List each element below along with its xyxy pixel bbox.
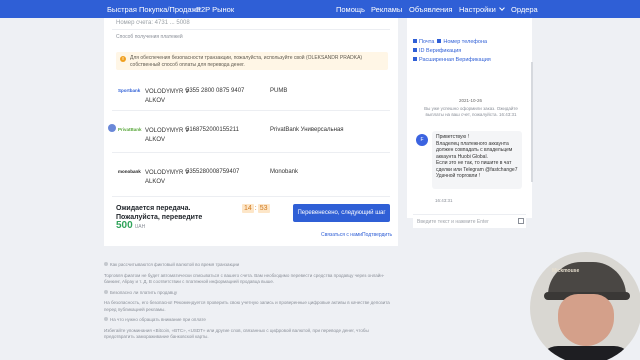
verification-row: ID Верификация <box>413 47 491 56</box>
webcam-overlay: Mickmouse <box>530 252 640 360</box>
verification-item: ID Верификация <box>419 48 462 54</box>
faq-text: На что нужно обращать внимание при оплат… <box>110 317 206 322</box>
nav-announcements[interactable]: Объявления <box>409 5 452 14</box>
divider <box>112 29 390 30</box>
faq-answer: Избегайте упоминания «Bitcoin, «BTC», «U… <box>104 327 369 340</box>
card-number[interactable]: 5355 2800 0875 9407 <box>186 88 244 94</box>
card-number[interactable]: 5168752000155211 <box>186 127 239 133</box>
cap-brand-text: Mickmouse <box>552 268 580 274</box>
verification-row: Расширенная Верификация <box>413 56 491 65</box>
confirm-link[interactable]: Подтвердить <box>362 232 392 238</box>
bullet-icon <box>104 317 108 321</box>
faq-question: Безопасно ли платить продавцу <box>104 289 398 297</box>
chat-bubble: Приветствую ! Владелец платежного аккаун… <box>432 131 522 189</box>
privatbank-logo: PrivatBank <box>118 127 142 132</box>
chat-panel: Почта Номер телефона ID Верификация Расш… <box>407 18 532 228</box>
nav-quick-buy-sell[interactable]: Быстрая Покупка/Продажа <box>107 5 201 14</box>
mouse-cursor <box>108 124 116 132</box>
payment-method-row: Sportbank VOLODYMYR V ALKOV 5355 2800 08… <box>116 85 392 119</box>
confirm-transfer-button[interactable]: Перевенесено, следующий шаг <box>293 204 390 222</box>
nav-settings[interactable]: Настройки <box>459 5 505 14</box>
divider <box>112 196 390 197</box>
nav-settings-label: Настройки <box>459 5 496 14</box>
system-message: Вы уже успешно оформили заказ. Ожидайте … <box>424 106 518 117</box>
verification-item: Расширенная Верификация <box>419 57 491 63</box>
chat-input-placeholder: Введите текст и нажмите Enter <box>417 219 489 225</box>
chat-input[interactable]: Введите текст и нажмите Enter <box>413 214 526 228</box>
timer-separator: : <box>254 205 257 212</box>
faq-text: Как рассчитываются фиктовый валютой во в… <box>110 262 240 267</box>
warning-text: Для обеспечения безопасности транзакции,… <box>130 55 363 68</box>
amount-value: 500 <box>116 220 133 231</box>
chat-scrollbar[interactable] <box>531 62 533 182</box>
card-number[interactable]: 5355280008759407 <box>186 169 239 175</box>
chevron-down-icon <box>498 5 505 11</box>
bullet-icon <box>104 262 108 266</box>
face <box>558 294 614 346</box>
bullet-icon <box>104 289 108 294</box>
account-number-text: Номер счета: 4731 ... 5008 <box>116 20 190 26</box>
shirt <box>538 346 634 360</box>
sportbank-logo: Sportbank <box>118 88 141 93</box>
nav-p2p-market[interactable]: P2P Рынок <box>196 5 234 14</box>
divider <box>112 110 390 111</box>
message-time: 16:43:31 <box>435 198 453 203</box>
nav-ads[interactable]: Рекламы <box>371 5 402 14</box>
security-warning: ! Для обеспечения безопасности транзакци… <box>116 52 388 70</box>
payment-methods-label: Способ получения платежей <box>116 34 183 40</box>
check-icon <box>413 57 417 61</box>
faq-answer: На безопасность, его безопасно! Рекоменд… <box>104 300 390 312</box>
transfer-amount: 500 UAH <box>116 220 145 231</box>
contact-us-link[interactable]: Связаться с нами <box>321 232 362 238</box>
avatar: F <box>416 134 428 146</box>
warning-icon: ! <box>120 56 126 62</box>
order-panel: Номер счета: 4731 ... 5008 Способ получе… <box>104 18 398 246</box>
bank-name: Monobank <box>270 169 299 175</box>
nav-orders[interactable]: Ордера <box>511 5 538 14</box>
amount-currency: UAH <box>134 224 146 230</box>
check-icon <box>413 48 417 52</box>
verification-item: Номер телефона <box>443 39 488 45</box>
bubble-line: Владелец платежного аккаунта должен совп… <box>436 140 513 160</box>
faq-question: На что нужно обращать внимание при оплат… <box>104 317 398 324</box>
chat-date: 2021-10-26 <box>459 98 483 103</box>
payment-method-row: monobank VOLODYMYR V ALKOV 5355280008759… <box>116 166 392 200</box>
attach-image-icon[interactable] <box>518 218 524 224</box>
faq-question: Как рассчитываются фиктовый валютой во в… <box>104 262 398 269</box>
timer-seconds: 53 <box>257 204 270 213</box>
verification-item: Почта <box>419 39 435 45</box>
nav-help[interactable]: Помощь <box>336 5 365 14</box>
verification-row: Почта Номер телефона <box>413 38 491 47</box>
countdown-timer: 14:53 <box>242 204 270 213</box>
timer-minutes: 14 <box>242 204 254 213</box>
bank-name: PUMB <box>270 88 288 94</box>
check-icon <box>413 39 417 43</box>
faq-text: Безопасно ли платить продавцу <box>110 289 178 295</box>
verification-list: Почта Номер телефона ID Верификация Расш… <box>413 38 491 65</box>
bubble-line: Удачной торговли ! <box>436 173 481 179</box>
check-icon <box>437 39 442 43</box>
bank-name: PrivatBank Универсальная <box>270 127 344 133</box>
monobank-logo: monobank <box>118 169 141 174</box>
top-navbar: Быстрая Покупка/Продажа P2P Рынок Помощь… <box>0 0 640 18</box>
divider <box>112 152 390 153</box>
bubble-line: Если это не так, то пишите в чат сделки … <box>436 160 518 173</box>
faq-answer: Торговля фиатом не будет автоматически с… <box>104 272 385 285</box>
faq-notes: Как рассчитываются фиктовый валютой во в… <box>104 262 398 345</box>
